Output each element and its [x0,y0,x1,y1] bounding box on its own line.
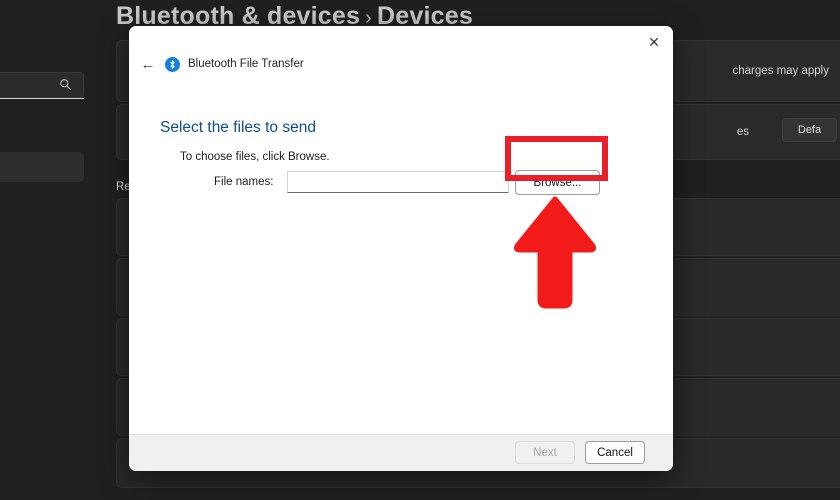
sidebar-search-box[interactable] [0,72,84,98]
cancel-button[interactable]: Cancel [585,441,645,464]
back-arrow-icon[interactable]: ← [133,56,163,73]
sidebar-search-underline [0,98,84,99]
sidebar-item-selected[interactable] [0,152,84,182]
close-icon[interactable]: ✕ [637,28,671,56]
next-button[interactable]: Next [515,441,575,464]
search-icon [59,78,73,92]
settings-card-devices-text: es [736,126,749,138]
default-button[interactable]: Defa [782,118,837,142]
file-names-input[interactable] [287,171,509,193]
settings-sidebar [0,0,110,500]
dialog-header: ← Bluetooth File Transfer [129,51,304,77]
bluetooth-icon [165,56,180,72]
file-names-label: File names: [214,176,274,188]
dialog-heading: Select the files to send [160,119,316,136]
dialog-title: Bluetooth File Transfer [188,58,304,70]
screenshot-root: Bluetooth & devices › Devices charges may … [0,0,840,500]
dialog-footer: Next Cancel [129,434,673,471]
dialog-instruction: To choose files, click Browse. [180,151,330,163]
settings-card-charges-text: charges may apply [732,65,829,77]
bluetooth-file-transfer-dialog: ✕ ← Bluetooth File Transfer Select the f… [129,26,673,471]
browse-button[interactable]: Browse... [515,170,600,195]
